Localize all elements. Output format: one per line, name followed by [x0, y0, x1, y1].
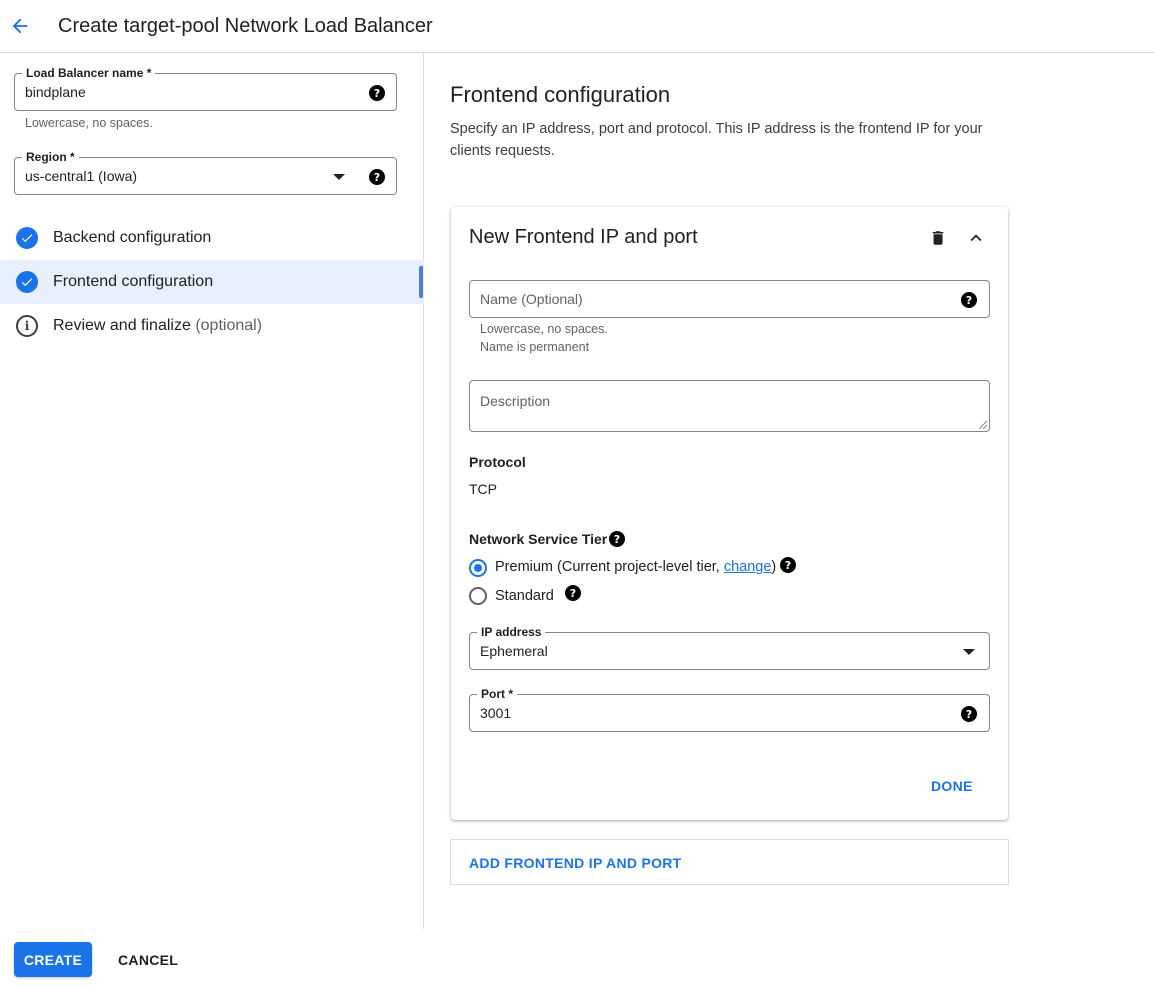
- card-title: New Frontend IP and port: [469, 226, 698, 249]
- help-icon[interactable]: ?: [961, 706, 977, 722]
- info-icon: i: [16, 315, 38, 337]
- tier-label: Network Service Tier: [469, 531, 607, 547]
- step-label-text: Review and finalize: [53, 317, 191, 334]
- step-label: Review and finalize (optional): [53, 317, 262, 335]
- trash-icon: [929, 229, 947, 247]
- port-label: Port *: [477, 686, 517, 702]
- name-placeholder: Name (Optional): [480, 291, 583, 307]
- cancel-button[interactable]: CANCEL: [118, 952, 178, 968]
- standard-radio[interactable]: [469, 587, 487, 605]
- premium-radio-label: Premium (Current project-level tier, cha…: [495, 559, 776, 575]
- step-label: Frontend configuration: [53, 273, 213, 291]
- add-frontend-section: ADD FRONTEND IP AND PORT: [450, 839, 1009, 885]
- port-value[interactable]: 3001: [480, 705, 511, 721]
- section-description: Specify an IP address, port and protocol…: [450, 118, 1010, 162]
- standard-radio-label: Standard: [495, 588, 554, 604]
- help-icon[interactable]: ?: [369, 169, 385, 185]
- lb-name-hint: Lowercase, no spaces.: [25, 114, 153, 132]
- section-title: Frontend configuration: [450, 82, 670, 108]
- frontend-name-input[interactable]: Name (Optional) ?: [469, 280, 990, 318]
- chevron-up-icon: [965, 227, 987, 249]
- frontend-card: New Frontend IP and port Name (Optional)…: [451, 207, 1008, 820]
- lb-name-input[interactable]: bindplane: [25, 84, 86, 100]
- step-backend-configuration[interactable]: Backend configuration: [0, 216, 424, 260]
- step-label: Backend configuration: [53, 229, 211, 247]
- resize-handle-icon[interactable]: [979, 421, 987, 429]
- lb-name-label: Load Balancer name *: [22, 65, 155, 81]
- help-icon[interactable]: ?: [565, 585, 581, 601]
- premium-suffix: ): [771, 559, 776, 575]
- port-input[interactable]: Port * 3001 ?: [469, 694, 990, 732]
- region-value: us-central1 (Iowa): [25, 168, 137, 184]
- step-frontend-configuration[interactable]: Frontend configuration: [0, 260, 424, 304]
- dropdown-arrow-icon[interactable]: [333, 174, 345, 180]
- protocol-value: TCP: [469, 481, 497, 497]
- done-button[interactable]: DONE: [931, 778, 973, 794]
- description-placeholder: Description: [480, 393, 550, 409]
- collapse-button[interactable]: [965, 227, 987, 249]
- name-hint-permanent: Name is permanent: [480, 338, 589, 356]
- step-review-and-finalize[interactable]: i Review and finalize (optional): [0, 304, 424, 348]
- ip-address-label: IP address: [477, 624, 545, 640]
- region-label: Region *: [22, 149, 79, 165]
- ip-address-value: Ephemeral: [480, 643, 548, 659]
- check-circle-icon: [16, 227, 38, 249]
- description-textarea[interactable]: Description: [469, 380, 990, 432]
- help-icon[interactable]: ?: [780, 557, 796, 573]
- step-optional-tag: (optional): [195, 317, 262, 334]
- page-title: Create target-pool Network Load Balancer: [58, 15, 433, 38]
- add-frontend-button[interactable]: ADD FRONTEND IP AND PORT: [469, 855, 682, 871]
- region-select[interactable]: Region * us-central1 (Iowa) ?: [14, 157, 397, 195]
- lb-name-field[interactable]: Load Balancer name * bindplane ?: [14, 73, 397, 111]
- help-icon[interactable]: ?: [369, 85, 385, 101]
- arrow-back-icon: [9, 15, 31, 37]
- premium-text: Premium (Current project-level tier,: [495, 559, 724, 575]
- delete-button[interactable]: [927, 227, 949, 249]
- create-button[interactable]: CREATE: [14, 942, 92, 977]
- premium-radio[interactable]: [469, 559, 487, 577]
- back-button[interactable]: [6, 12, 34, 40]
- page-header: Create target-pool Network Load Balancer: [0, 0, 1154, 53]
- ip-address-select[interactable]: IP address Ephemeral: [469, 632, 990, 670]
- name-hint: Lowercase, no spaces.: [480, 320, 608, 338]
- change-tier-link[interactable]: change: [724, 559, 772, 575]
- dropdown-arrow-icon[interactable]: [963, 649, 975, 655]
- sidebar: Load Balancer name * bindplane ? Lowerca…: [0, 53, 424, 929]
- help-icon[interactable]: ?: [961, 292, 977, 308]
- help-icon[interactable]: ?: [609, 531, 625, 547]
- check-circle-icon: [16, 271, 38, 293]
- protocol-label: Protocol: [469, 454, 526, 470]
